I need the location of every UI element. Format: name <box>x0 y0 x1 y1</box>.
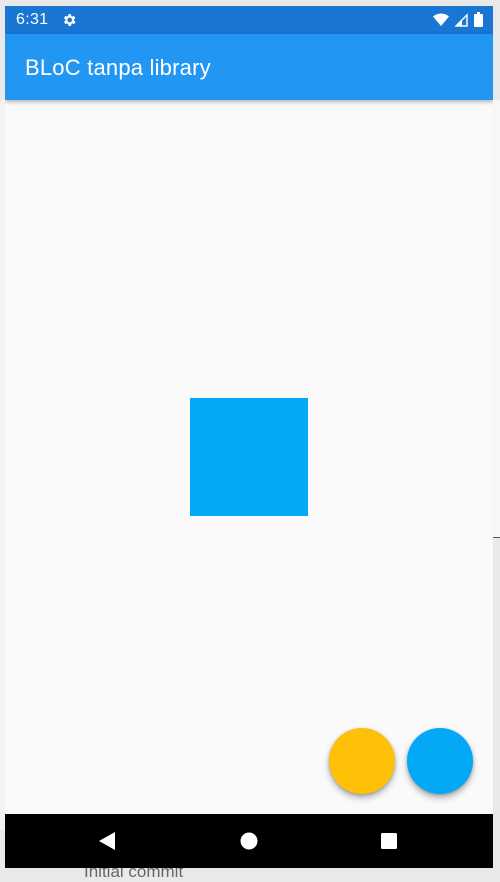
status-icons <box>433 12 483 32</box>
background-window-edge-right <box>493 100 500 538</box>
status-time: 6:31 <box>16 11 49 28</box>
phone-screen: 6:31 BLoC tanpa library <box>5 6 493 868</box>
battery-icon <box>474 12 483 32</box>
light-blue-fab-button[interactable] <box>407 728 473 794</box>
settings-gear-icon <box>61 12 77 28</box>
cell-signal-icon <box>454 12 468 32</box>
navigation-bar <box>5 814 493 868</box>
app-title: BLoC tanpa library <box>25 55 211 80</box>
home-icon[interactable] <box>219 814 279 868</box>
recents-icon[interactable] <box>359 814 419 868</box>
wifi-icon <box>433 12 449 32</box>
status-bar: 6:31 <box>5 6 493 34</box>
back-icon[interactable] <box>77 814 137 868</box>
color-box <box>190 398 308 516</box>
app-bar: BLoC tanpa library <box>5 34 493 100</box>
amber-fab-button[interactable] <box>329 728 395 794</box>
